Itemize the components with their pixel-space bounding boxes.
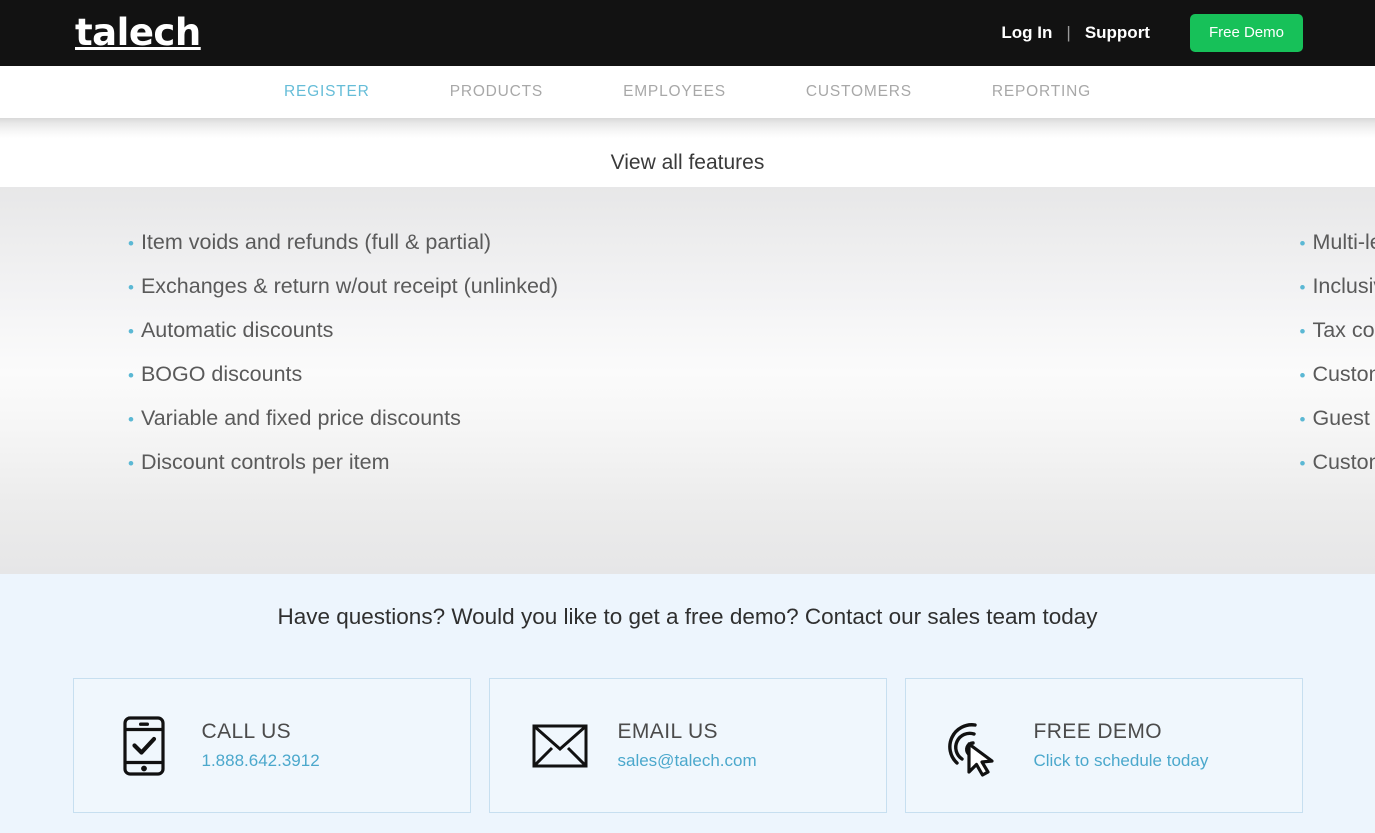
feature-item: • Inclusive and fixed amount taxes [1300,265,1375,309]
free-demo-title: FREE DEMO [1034,718,1209,746]
feature-label: Item voids and refunds (full & partial) [141,221,491,264]
feature-label: BOGO discounts [141,353,302,396]
tab-employees[interactable]: EMPLOYEES [583,66,766,118]
feature-item: • Custom order types (e.g. Door Dash, Ub… [1300,353,1375,397]
feature-label: Guest mode (kiosk mode) [1312,397,1375,440]
view-all-features-bar: View all features [0,138,1375,187]
features-column-right: • Multi-level taxes • Inclusive and fixe… [688,221,1375,485]
tab-products[interactable]: PRODUCTS [410,66,583,118]
feature-item: • Discount controls per item [128,441,688,485]
features-column-left: • Item voids and refunds (full & partial… [0,221,688,485]
feature-label: Automatic discounts [141,309,333,352]
bullet-icon: • [128,310,134,353]
feature-item: • Multi-level taxes [1300,221,1375,265]
feature-label: Discount controls per item [141,441,390,484]
bullet-icon: • [128,354,134,397]
email-us-address[interactable]: sales@talech.com [618,748,757,774]
email-us-text: EMAIL US sales@talech.com [618,718,757,774]
bullet-icon: • [128,398,134,441]
bullet-icon: • [1300,266,1306,309]
feature-label: Customer facing display [1312,441,1375,484]
bullet-icon: • [1300,398,1306,441]
features-columns: • Item voids and refunds (full & partial… [0,221,1375,485]
feature-label: Multi-level taxes [1312,221,1375,264]
features-panel: • Item voids and refunds (full & partial… [0,187,1375,574]
tab-register[interactable]: REGISTER [244,66,410,118]
feature-item: • Guest mode (kiosk mode) [1300,397,1375,441]
feature-item: • Variable and fixed price discounts [128,397,688,441]
bullet-icon: • [1300,310,1306,353]
email-us-card[interactable]: EMAIL US sales@talech.com [489,678,887,813]
header-nav: Log In | Support Free Demo [987,0,1303,66]
bullet-icon: • [1300,222,1306,265]
phone-check-icon [108,715,180,777]
call-us-card[interactable]: CALL US 1.888.642.3912 [73,678,471,813]
feature-item: • Tax controls per item & per order type [1300,309,1375,353]
contact-cards: CALL US 1.888.642.3912 EMAIL US sales@ta… [0,678,1375,813]
tab-customers[interactable]: CUSTOMERS [766,66,952,118]
support-link[interactable]: Support [1071,18,1164,48]
view-all-features-link[interactable]: View all features [611,151,765,175]
feature-item: • Exchanges & return w/out receipt (unli… [128,265,688,309]
bullet-icon: • [1300,442,1306,485]
feature-item: • Item voids and refunds (full & partial… [128,221,688,265]
call-us-title: CALL US [202,718,320,746]
login-link[interactable]: Log In [987,18,1066,48]
contact-heading: Have questions? Would you like to get a … [0,587,1375,634]
section-tabs: REGISTER PRODUCTS EMPLOYEES CUSTOMERS RE… [0,66,1375,118]
free-demo-text: FREE DEMO Click to schedule today [1034,718,1209,774]
feature-label: Variable and fixed price discounts [141,397,461,440]
bullet-icon: • [1300,354,1306,397]
free-demo-card[interactable]: FREE DEMO Click to schedule today [905,678,1303,813]
feature-label: Inclusive and fixed amount taxes [1312,265,1375,308]
bullet-icon: • [128,222,134,265]
contact-section: Have questions? Would you like to get a … [0,574,1375,833]
subnav-shadow [0,118,1375,138]
call-us-phone[interactable]: 1.888.642.3912 [202,748,320,774]
email-us-title: EMAIL US [618,718,757,746]
free-demo-button[interactable]: Free Demo [1190,14,1303,52]
call-us-text: CALL US 1.888.642.3912 [202,718,320,774]
cursor-click-icon [940,715,1012,777]
top-header: talech Log In | Support Free Demo [0,0,1375,66]
feature-label: Exchanges & return w/out receipt (unlink… [141,265,558,308]
tab-reporting[interactable]: REPORTING [952,66,1131,118]
feature-item: • Automatic discounts [128,309,688,353]
feature-label: Tax controls per item & per order type [1312,309,1375,352]
bullet-icon: • [128,266,134,309]
feature-item: • BOGO discounts [128,353,688,397]
bullet-icon: • [128,442,134,485]
feature-item: • Customer facing display [1300,441,1375,485]
feature-label: Custom order types (e.g. Door Dash, Uber… [1312,353,1375,396]
free-demo-sub[interactable]: Click to schedule today [1034,748,1209,774]
envelope-icon [524,724,596,768]
talech-logo[interactable]: talech [75,8,201,58]
